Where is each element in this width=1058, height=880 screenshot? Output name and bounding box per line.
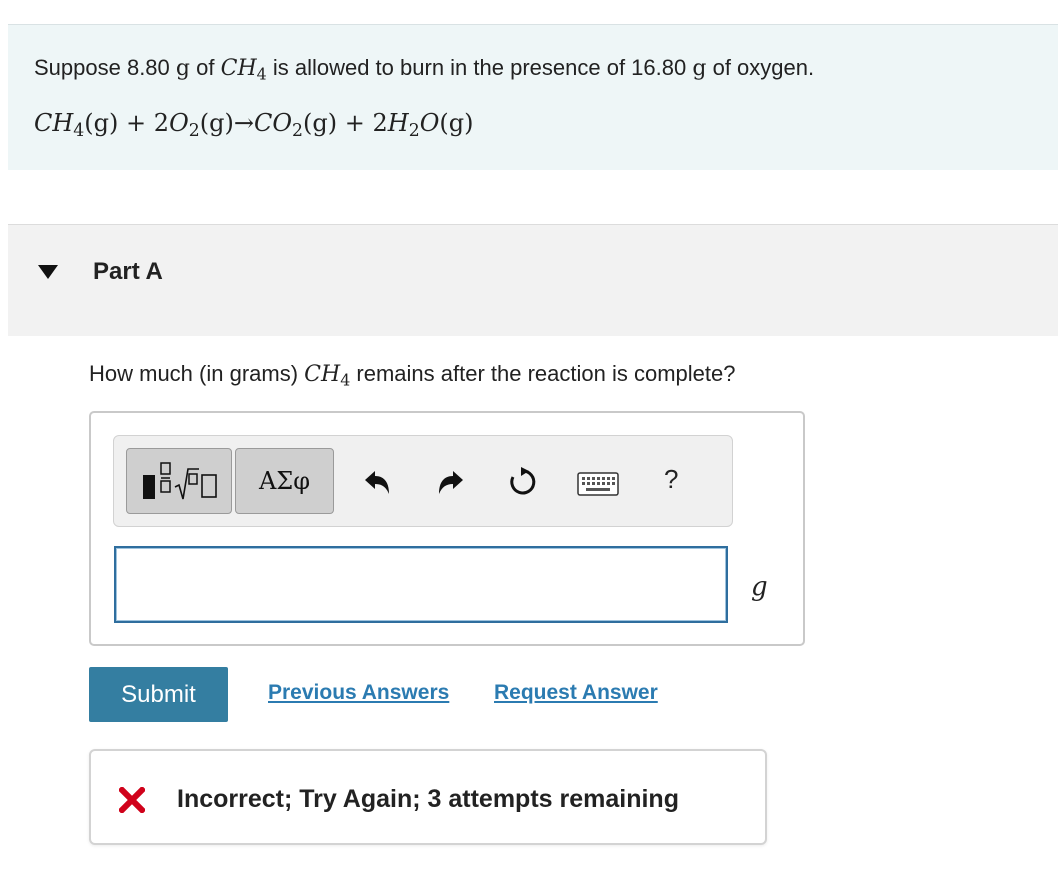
feedback-box: Incorrect; Try Again; 3 attempts remaini… — [89, 749, 767, 845]
question-text: How much (in grams) CH4 remains after th… — [89, 361, 736, 390]
previous-answers-link[interactable]: Previous Answers — [268, 681, 449, 705]
submit-button[interactable]: Submit — [89, 667, 228, 722]
answer-unit-label: g — [751, 572, 768, 602]
part-a-header[interactable]: Part A — [8, 224, 1058, 336]
symbols-button[interactable]: ΑΣφ — [235, 448, 334, 514]
reset-icon[interactable] — [507, 466, 539, 498]
problem-statement: Suppose 8.80 g of CH4 is allowed to burn… — [34, 55, 815, 84]
intro-species: CH4 — [220, 56, 267, 84]
intro-text-middle-2: is allowed to burn in the presence of 16… — [272, 55, 687, 80]
intro-text-prefix: Suppose 8.80 — [34, 55, 170, 80]
collapse-caret-icon[interactable] — [38, 265, 58, 279]
templates-button[interactable] — [126, 448, 232, 514]
incorrect-x-icon — [119, 787, 145, 813]
undo-icon[interactable] — [362, 468, 392, 498]
question-suffix: remains after the reaction is complete? — [356, 361, 736, 386]
math-toolbar: ΑΣφ ? — [113, 435, 733, 527]
symbols-label: ΑΣφ — [258, 467, 311, 495]
answer-input[interactable] — [114, 546, 728, 623]
problem-intro: Suppose 8.80 g of CH4 is allowed to burn… — [8, 24, 1058, 170]
feedback-message: Incorrect; Try Again; 3 attempts remaini… — [177, 785, 679, 813]
help-icon[interactable]: ? — [664, 464, 678, 495]
answer-panel: ΑΣφ ? g — [89, 411, 805, 646]
keyboard-icon[interactable] — [577, 472, 619, 496]
redo-icon[interactable] — [436, 468, 466, 498]
intro-text-suffix: of oxygen. — [712, 55, 815, 80]
intro-unit-2: g — [692, 56, 707, 81]
part-title: Part A — [93, 258, 163, 285]
chemical-equation: CH4(g) + 2O2(g)→CO2(g) + 2H2O(g) — [34, 109, 474, 141]
intro-text-middle-1: of — [196, 55, 215, 80]
intro-unit-1: g — [175, 56, 190, 81]
question-prefix: How much (in grams) — [89, 361, 299, 386]
request-answer-link[interactable]: Request Answer — [494, 681, 658, 705]
question-species: CH4 — [304, 362, 351, 390]
templates-icon — [143, 462, 217, 500]
